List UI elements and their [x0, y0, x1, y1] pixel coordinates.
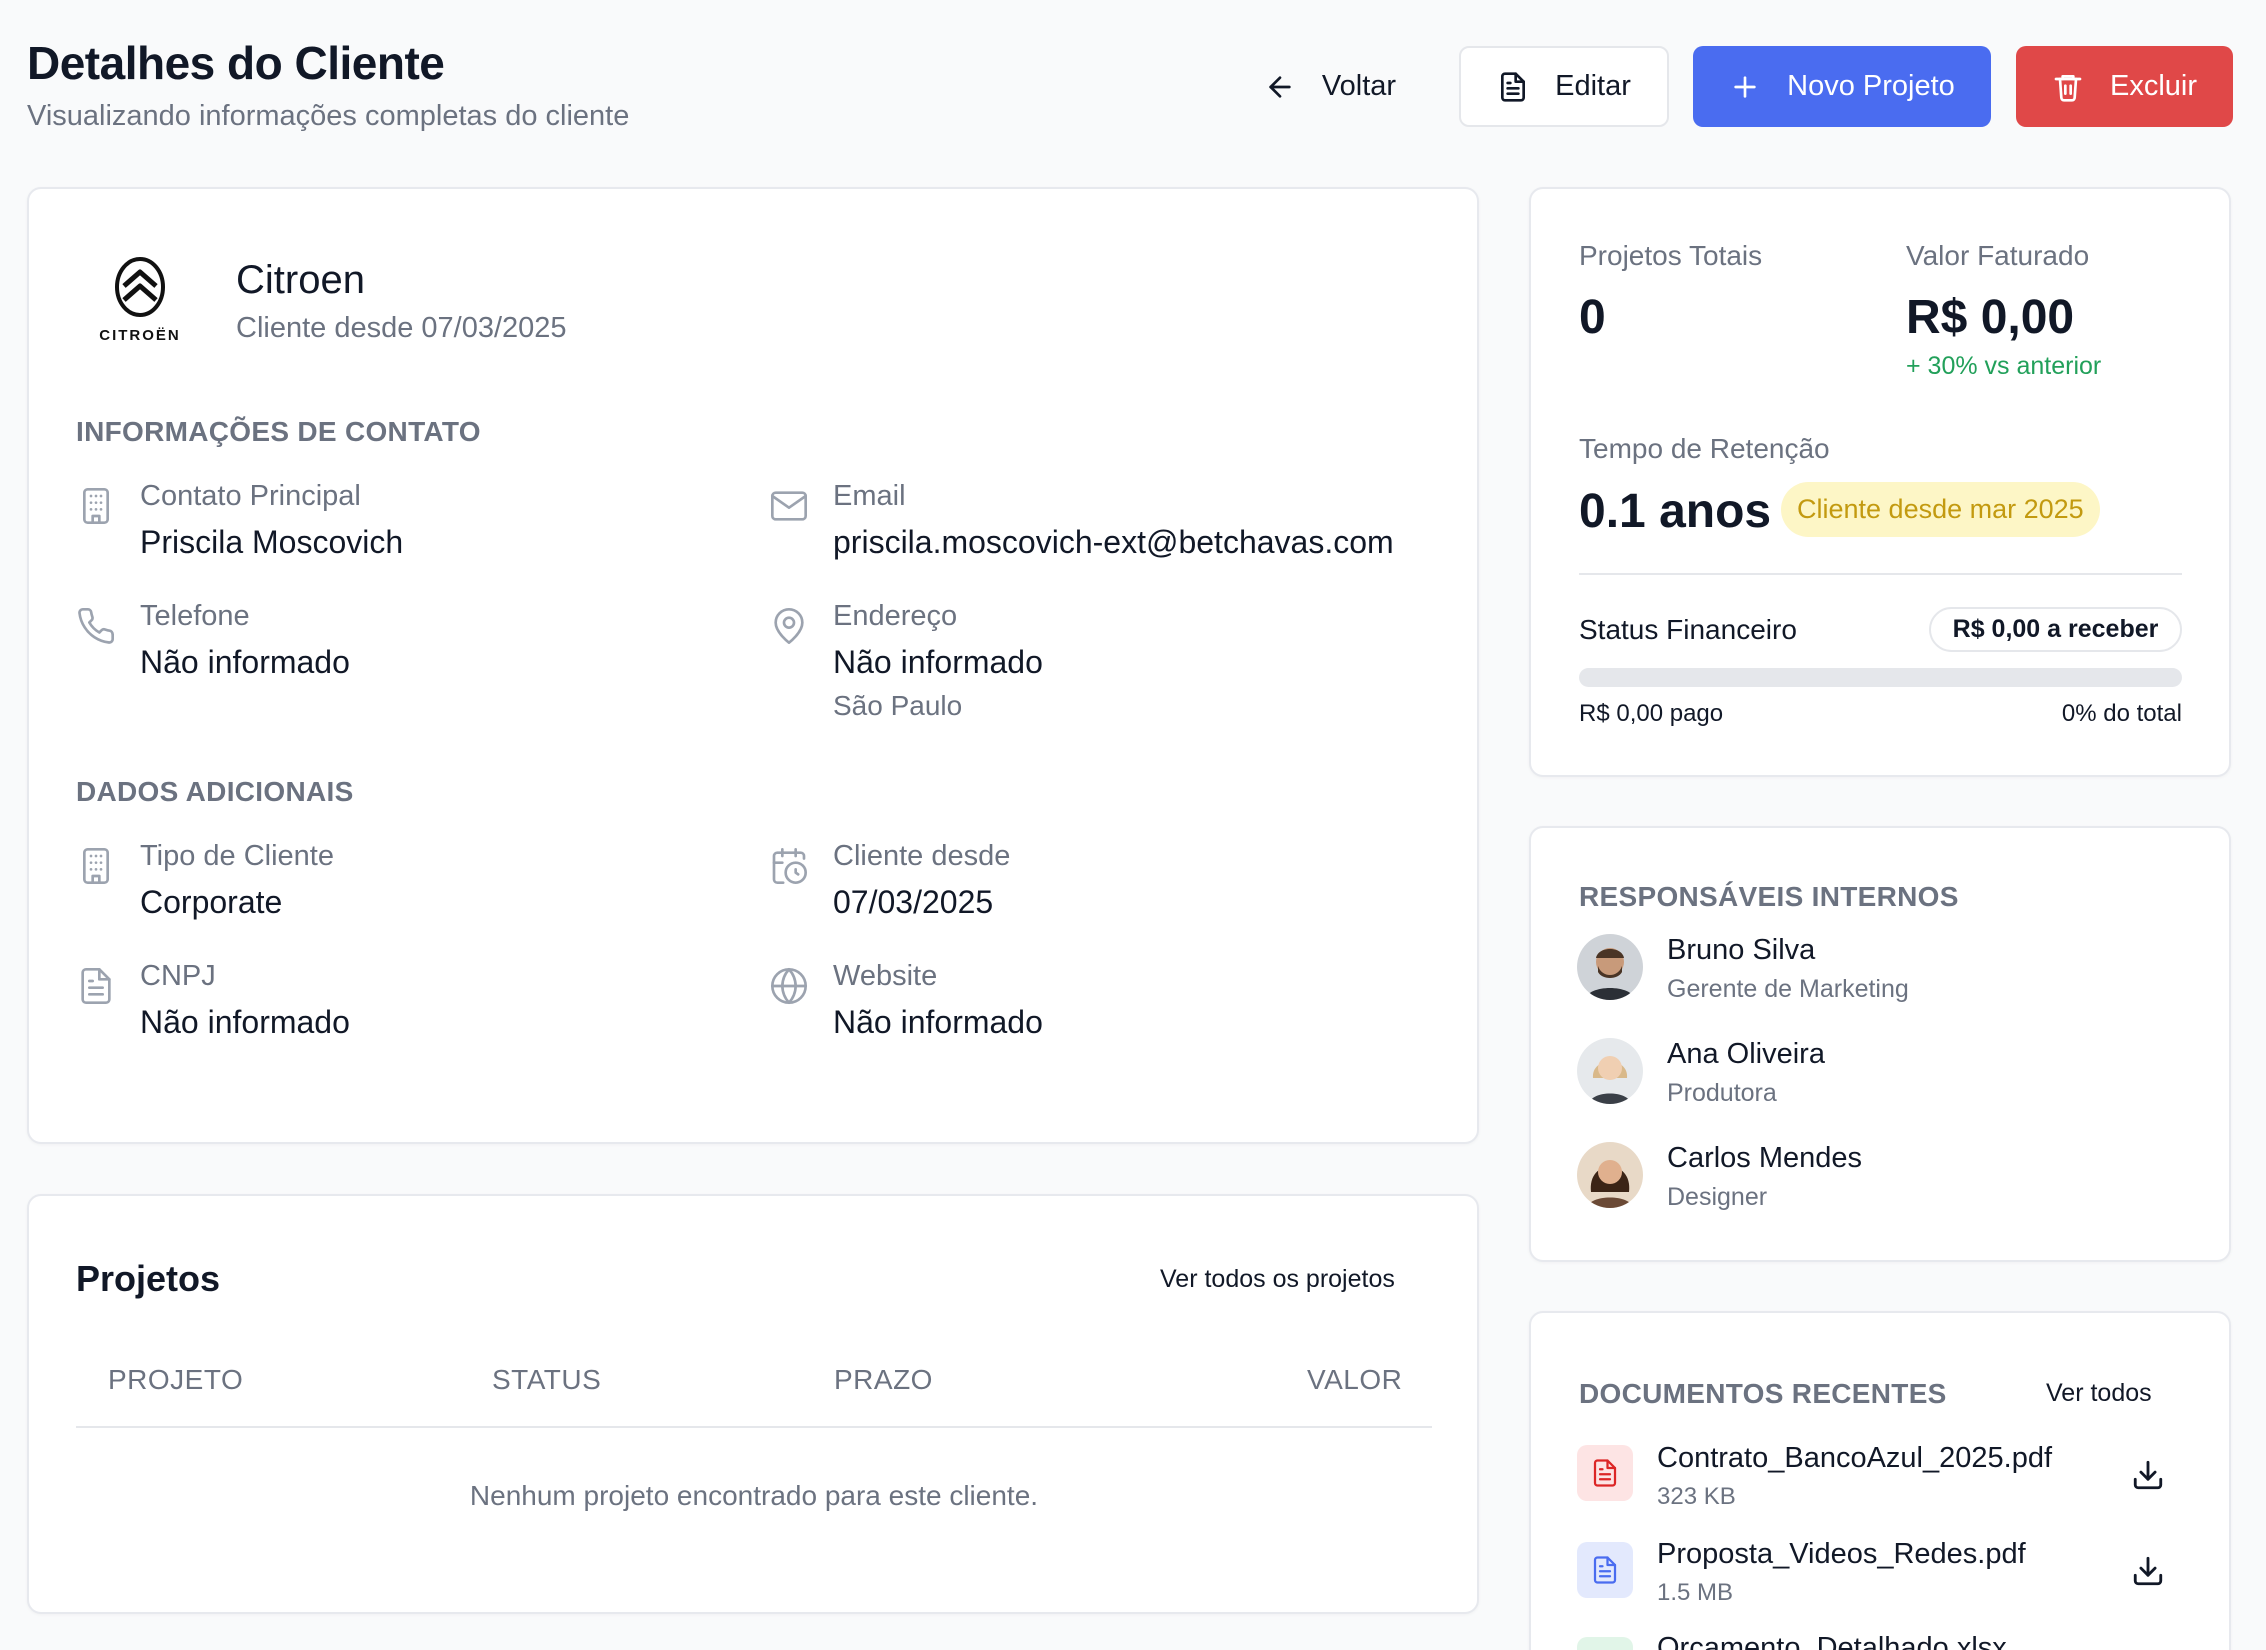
phone-label: Telefone	[140, 600, 250, 632]
table-divider	[76, 1426, 1432, 1428]
website-value: Não informado	[833, 1004, 1043, 1040]
email-label: Email	[833, 480, 906, 512]
avatar	[1577, 934, 1643, 1000]
avatar	[1577, 1038, 1643, 1104]
person-avatar-icon	[1577, 1142, 1643, 1208]
column-header-project[interactable]: PROJETO	[108, 1364, 243, 1396]
column-header-status[interactable]: STATUS	[492, 1364, 601, 1396]
email-value[interactable]: priscila.moscovich-ext@betchavas.com	[833, 524, 1394, 561]
phone-icon	[78, 607, 115, 644]
client-logo: CITROËN	[95, 256, 185, 344]
cnpj-value: Não informado	[140, 1004, 350, 1040]
view-all-documents-link[interactable]: Ver todos	[2046, 1379, 2152, 1408]
arrow-left-icon	[1269, 75, 1291, 98]
back-button-label: Voltar	[1321, 70, 1397, 102]
phone-value: Não informado	[140, 644, 350, 680]
new-project-button[interactable]: Novo Projeto	[1693, 46, 1991, 127]
receivable-badge: R$ 0,00 a receber	[1929, 607, 2182, 652]
client-type-value: Corporate	[140, 884, 283, 920]
paid-percent: 0% do total	[2061, 700, 2182, 727]
billed-trend: + 30% vs anterior	[1906, 352, 2102, 380]
team-member-name: Ana Oliveira	[1667, 1038, 1825, 1070]
trash-icon	[2054, 74, 2082, 102]
new-project-button-label: Novo Projeto	[1787, 70, 1955, 102]
column-header-deadline[interactable]: PRAZO	[834, 1364, 933, 1396]
calendar-clock-icon	[772, 848, 807, 884]
website-label: Website	[833, 960, 938, 992]
projects-empty-message: Nenhum projeto encontrado para este clie…	[469, 1480, 1039, 1511]
back-button[interactable]: Voltar	[1245, 46, 1415, 127]
paid-amount: R$ 0,00 pago	[1579, 700, 1724, 727]
building-icon	[83, 488, 109, 524]
payment-progress-bar	[1579, 668, 2182, 687]
retention-badge: Cliente desde mar 2025	[1781, 482, 2100, 537]
main-contact-label: Contato Principal	[140, 480, 361, 512]
address-city: São Paulo	[833, 690, 963, 721]
file-pdf-icon	[1577, 1445, 1633, 1501]
document-name[interactable]: Contrato_BancoAzul_2025.pdf	[1657, 1442, 2052, 1475]
document-name[interactable]: Proposta_Videos_Redes.pdf	[1657, 1538, 2026, 1571]
stats-divider	[1579, 573, 2182, 575]
team-section-title: RESPONSÁVEIS INTERNOS	[1579, 881, 1959, 912]
client-since-label: Cliente desde	[833, 840, 1011, 872]
logo-wordmark: CITROËN	[99, 327, 181, 344]
team-member-role: Designer	[1667, 1183, 1768, 1211]
person-avatar-icon	[1577, 1038, 1643, 1104]
main-contact-value: Priscila Moscovich	[140, 524, 404, 560]
citroen-chevron-logo	[115, 257, 165, 317]
document-name[interactable]: Orcamento_Detalhado.xlsx	[1657, 1632, 2007, 1650]
file-text-icon	[1501, 71, 1526, 102]
document-size: 323 KB	[1657, 1483, 1736, 1510]
client-type-label: Tipo de Cliente	[140, 840, 334, 872]
documents-section-title: DOCUMENTOS RECENTES	[1579, 1378, 1947, 1409]
projects-card	[27, 1194, 1479, 1614]
billed-value: R$ 0,00	[1906, 291, 2075, 344]
delete-button[interactable]: Excluir	[2016, 46, 2233, 127]
address-value: Não informado	[833, 644, 1043, 680]
download-icon[interactable]	[2131, 1458, 2165, 1492]
view-all-projects-link[interactable]: Ver todos os projetos	[1160, 1265, 1395, 1294]
page-title: Detalhes do Cliente	[27, 37, 445, 89]
team-member-name: Carlos Mendes	[1667, 1142, 1863, 1174]
download-icon[interactable]	[2131, 1554, 2165, 1588]
building-icon	[83, 848, 109, 884]
avatar	[1577, 1142, 1643, 1208]
address-label: Endereço	[833, 600, 958, 632]
retention-value: 0.1 anos	[1579, 485, 1772, 538]
map-pin-icon	[774, 608, 804, 644]
document-size: 1.5 MB	[1657, 1579, 1734, 1606]
cnpj-label: CNPJ	[140, 960, 216, 992]
contact-section-title: INFORMAÇÕES DE CONTATO	[76, 416, 481, 447]
total-projects-value: 0	[1579, 291, 1606, 344]
file-doc-icon	[1577, 1542, 1633, 1598]
edit-button[interactable]: Editar	[1459, 46, 1669, 127]
billed-label: Valor Faturado	[1906, 240, 2090, 271]
globe-icon	[771, 968, 807, 1004]
mail-icon	[771, 491, 807, 521]
team-member-name: Bruno Silva	[1667, 934, 1816, 966]
page-subtitle: Visualizando informações completas do cl…	[27, 100, 630, 132]
total-projects-label: Projetos Totais	[1579, 240, 1763, 271]
file-sheet-icon	[1577, 1637, 1633, 1650]
additional-section-title: DADOS ADICIONAIS	[76, 776, 354, 807]
file-text-icon	[81, 968, 111, 1004]
edit-button-label: Editar	[1555, 70, 1631, 102]
person-avatar-icon	[1577, 934, 1643, 1000]
team-member-role: Gerente de Marketing	[1667, 975, 1909, 1003]
client-name: Citroen	[236, 258, 365, 302]
client-since: Cliente desde 07/03/2025	[236, 312, 567, 344]
plus-icon	[1734, 75, 1756, 98]
team-member-role: Produtora	[1667, 1079, 1777, 1107]
column-header-value[interactable]: VALOR	[1307, 1364, 1402, 1396]
client-since-value: 07/03/2025	[833, 884, 994, 920]
financial-status-label: Status Financeiro	[1579, 614, 1797, 645]
delete-button-label: Excluir	[2109, 70, 2197, 102]
retention-label: Tempo de Retenção	[1579, 433, 1830, 464]
projects-title: Projetos	[76, 1258, 221, 1299]
recent-documents-card	[1529, 1311, 2231, 1650]
